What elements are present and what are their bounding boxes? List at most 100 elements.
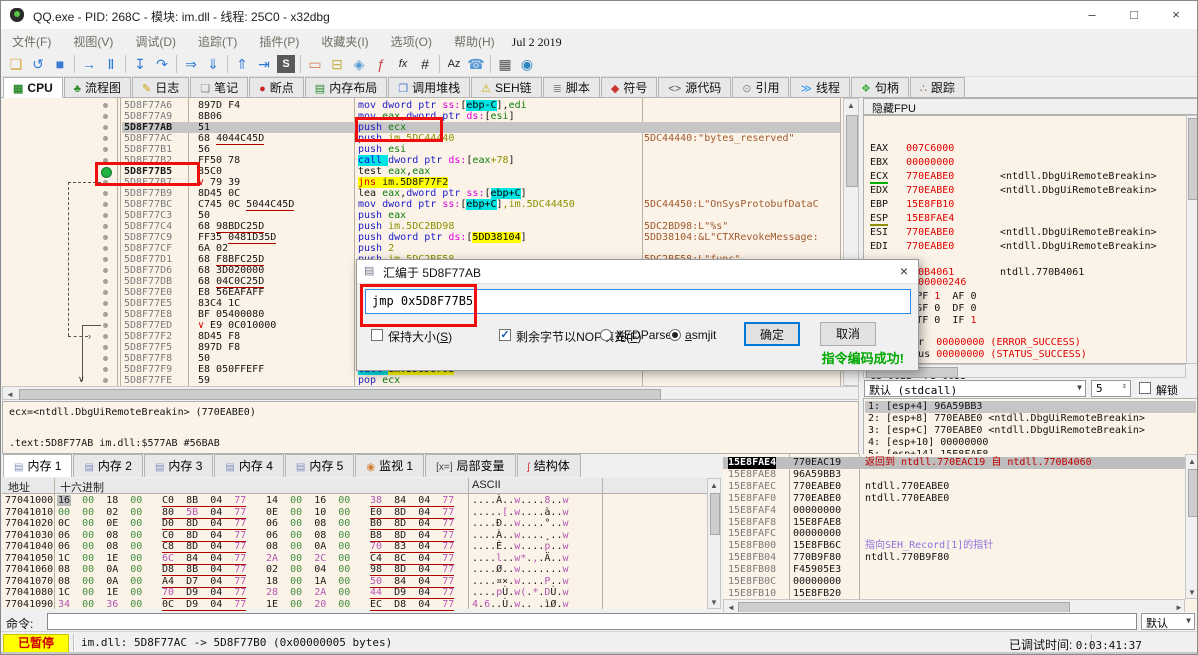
strings-icon[interactable]: Az [443, 53, 465, 75]
step-out-icon[interactable]: ⇑ [231, 53, 253, 75]
hide-fpu-button[interactable]: 隐藏FPU [863, 98, 1197, 115]
disasm-row[interactable]: 5D8F77FE 59 pop ecx [2, 375, 840, 386]
bottom-tab-内存 5[interactable]: ▤ 内存 5 [284, 454, 355, 477]
disasm-row[interactable]: 5D8F77C4 68 98BDC25D push im.5DC2BD98 5DC2B… [2, 221, 840, 233]
run-icon[interactable]: → [78, 53, 100, 75]
bottom-tab-内存 4[interactable]: ▤ 内存 4 [214, 454, 284, 477]
tab-句柄[interactable]: ❖ 句柄 [851, 77, 909, 97]
registers-vscrollbar[interactable] [1186, 115, 1197, 364]
calling-convention-select[interactable]: 默认 (stdcall) ▼ [864, 380, 1086, 397]
tab-跟踪[interactable]: ∴ 跟踪 [909, 77, 965, 97]
disasm-row[interactable]: 5D8F77A6 897D F4 mov dword ptr ss:[ebp-C],… [2, 100, 840, 111]
cancel-button[interactable]: 取消 [820, 322, 876, 346]
calculator-icon[interactable]: ▦ [494, 53, 516, 75]
pause-icon[interactable]: Ⅱ [100, 53, 122, 75]
menu-item[interactable]: 追踪(T) [187, 29, 248, 54]
tab-icon: ≫ [800, 83, 812, 95]
restart-icon[interactable]: ↺ [27, 53, 49, 75]
menu-item[interactable]: 帮助(H) [443, 29, 506, 54]
bottom-tab-内存 2[interactable]: ▤ 内存 2 [73, 454, 143, 477]
menu-item[interactable]: 文件(F) [1, 29, 62, 54]
dialog-close-icon[interactable]: × [900, 263, 908, 279]
disasm-row[interactable]: 5D8F77BC C745 0C 5044C45D mov dword ptr ss… [2, 199, 840, 211]
tab-内存布局[interactable]: ▤ 内存布局 [304, 77, 388, 97]
ok-button[interactable]: 确定 [744, 322, 800, 346]
tab-SEH链[interactable]: ⚠ SEH链 [471, 77, 542, 97]
function-icon[interactable]: ƒ [370, 53, 392, 75]
execute-till-return-icon[interactable]: ⇓ [202, 53, 224, 75]
run-to-cursor-icon[interactable]: ⇒ [180, 53, 202, 75]
command-input[interactable] [47, 613, 1137, 630]
bottom-tab-内存 3[interactable]: ▤ 内存 3 [143, 454, 214, 477]
unlock-checkbox[interactable] [1139, 382, 1151, 394]
tab-日志[interactable]: ✎ 日志 [131, 77, 190, 97]
tab-源代码[interactable]: <> 源代码 [658, 77, 732, 97]
bottom-tab-监视 1[interactable]: ◉ 监视 1 [355, 454, 425, 477]
hash-icon[interactable]: # [414, 53, 436, 75]
fx-icon[interactable]: fx [392, 53, 414, 75]
register-row[interactable]: EDI 770EABE0 <ntdll.DbgUiRemoteBreakin> [870, 241, 1157, 253]
argument-row[interactable]: 1: [esp+4] 96A59BB3 [868, 401, 982, 413]
settings-globe-icon[interactable]: ◉ [516, 53, 538, 75]
disasm-row[interactable]: 5D8F77C9 FF35 0481D35D push dword ptr ds:[… [2, 232, 840, 244]
disasm-row[interactable]: 5D8F77B9 8D45 0C lea eax,dword ptr ss:[ebp… [2, 188, 840, 199]
bottom-tab-局部变量[interactable]: [x=] 局部变量 [425, 454, 516, 477]
dialog-title-bar[interactable]: ▤ 汇编于 5D8F77AB × [357, 260, 918, 284]
tab-CPU[interactable]: ▦ CPU [3, 77, 63, 98]
keep-size-checkbox[interactable] [371, 329, 383, 341]
close-button[interactable]: × [1155, 1, 1197, 29]
argument-row[interactable]: 4: [esp+10] 00000000 [868, 437, 988, 449]
attach-icon[interactable]: ☎ [465, 53, 487, 75]
register-row[interactable]: EAX 007C6000 [870, 143, 954, 155]
stack-panel[interactable]: 15E8FAE4 770EAC19 返回到 ntdll.770EAC19 自 ntd… [723, 454, 1197, 613]
tab-断点[interactable]: ● 断点 [249, 77, 304, 97]
register-row[interactable]: EBP 15E8FB10 [870, 199, 954, 211]
memory-dump-panel[interactable]: 地址 十六进制 ASCII 77041000 16 00 18 00 C0 8B 0… [2, 478, 707, 611]
menu-item[interactable]: 选项(O) [380, 29, 443, 54]
arguments-panel[interactable]: 1: [esp+4] 96A59BB3 2: [esp+8] 770EABE0 <… [863, 398, 1197, 460]
menu-item[interactable]: 调试(D) [124, 29, 187, 54]
register-row[interactable]: EBX 00000000 [870, 157, 954, 169]
tab-线程[interactable]: ≫ 线程 [790, 77, 851, 97]
disasm-row[interactable]: 5D8F77B1 56 push esi [2, 144, 840, 155]
register-row[interactable]: ECX 770EABE0 <ntdll.DbgUiRemoteBreakin> [870, 171, 1157, 184]
nop-fill-checkbox[interactable]: ✓ [499, 329, 511, 341]
asmjit-radio[interactable] [669, 329, 681, 341]
step-into-icon[interactable]: ↧ [129, 53, 151, 75]
label-icon[interactable]: ◈ [348, 53, 370, 75]
menu-item[interactable]: 插件(P) [248, 29, 310, 54]
argument-row[interactable]: 2: [esp+8] 770EABE0 <ntdll.DbgUiRemoteBr… [868, 413, 1145, 425]
tab-符号[interactable]: ◆ 符号 [600, 77, 658, 97]
disasm-hscrollbar[interactable]: ◄ [2, 386, 859, 400]
arg-count-stepper[interactable]: 5 ⇕ [1091, 380, 1131, 397]
bottom-tab-内存 1[interactable]: ▤ 内存 1 [3, 454, 73, 477]
register-row[interactable]: EDX 770EABE0 <ntdll.DbgUiRemoteBreakin> [870, 185, 1157, 197]
tab-调用堆栈[interactable]: ❐ 调用堆栈 [388, 77, 471, 97]
argument-row[interactable]: 3: [esp+C] 770EABE0 <ntdll.DbgUiRemoteBr… [868, 425, 1145, 437]
open-file-icon[interactable]: ❏ [5, 53, 27, 75]
stack-vscrollbar[interactable]: ▲ ▼ [1185, 454, 1197, 599]
maximize-button[interactable]: □ [1113, 1, 1155, 29]
register-row[interactable]: ESP 15E8FAE4 [870, 213, 954, 226]
bottom-tab-结构体[interactable]: ʃ 结构体 [516, 454, 581, 477]
disasm-row[interactable]: 5D8F77CF 6A 02 push 2 [2, 243, 840, 254]
command-mode-select[interactable]: 默认 ▼ [1141, 613, 1195, 630]
tab-引用[interactable]: ⊙ 引用 [732, 77, 790, 97]
xedparse-radio[interactable] [600, 329, 612, 341]
run-to-user-code-icon[interactable]: ⇥ [253, 53, 275, 75]
dump-vscrollbar[interactable]: ▲ ▼ [707, 478, 721, 609]
tab-流程图[interactable]: ♣ 流程图 [63, 77, 131, 97]
disasm-row[interactable]: 5D8F77C3 50 push eax [2, 210, 840, 221]
comment-icon[interactable]: ⊟ [326, 53, 348, 75]
minimize-button[interactable]: – [1071, 1, 1113, 29]
tab-笔记[interactable]: ❏ 笔记 [190, 77, 249, 97]
stack-hscrollbar[interactable]: ◄ ► [723, 599, 1185, 613]
menu-item[interactable]: 收藏夹(I) [310, 29, 379, 54]
menu-item[interactable]: 视图(V) [62, 29, 124, 54]
stop-icon[interactable]: ■ [49, 53, 71, 75]
register-row[interactable]: ESI 770EABE0 <ntdll.DbgUiRemoteBreakin> [870, 227, 1157, 239]
step-over-icon[interactable]: ↷ [151, 53, 173, 75]
skip-exceptions-icon[interactable]: S [277, 55, 295, 73]
patch-icon[interactable]: ▭ [304, 53, 326, 75]
tab-脚本[interactable]: ≣ 脚本 [542, 77, 600, 97]
